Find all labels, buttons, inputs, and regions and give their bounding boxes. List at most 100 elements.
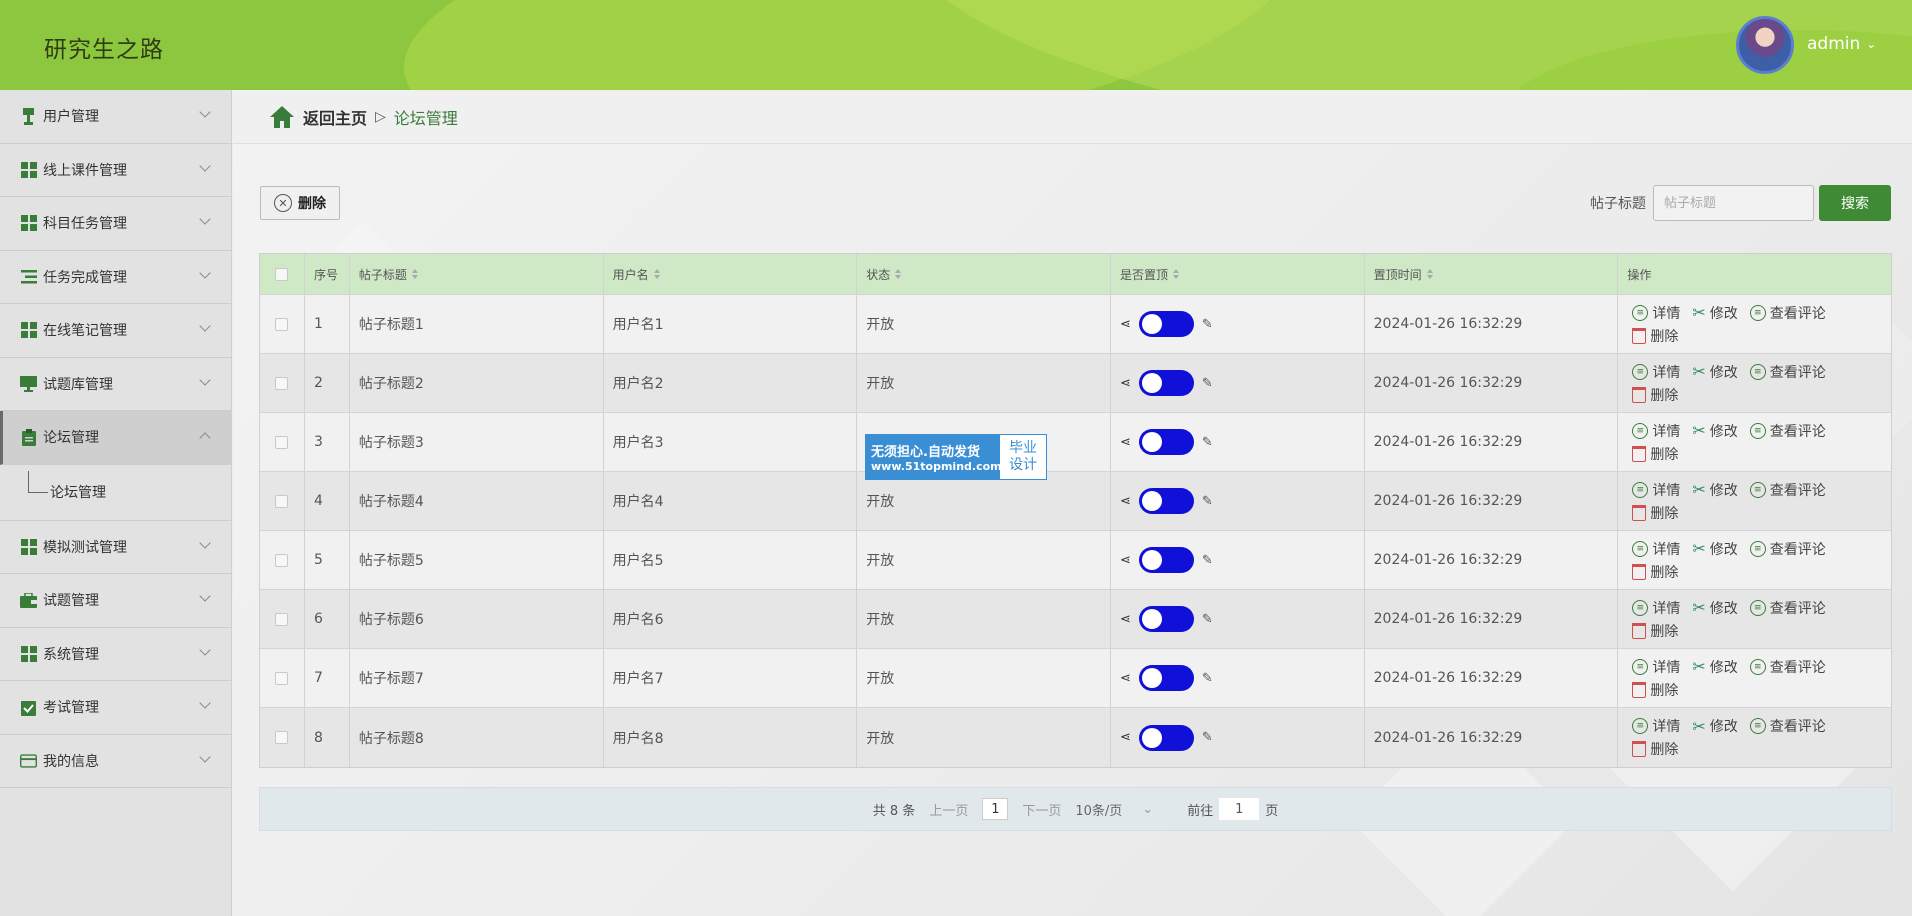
row-checkbox[interactable] xyxy=(275,612,289,626)
column-header[interactable]: 帖子标题 xyxy=(350,254,604,294)
view-comments-button[interactable]: ≡ 查看评论 xyxy=(1749,421,1826,441)
delete-button[interactable]: 删除 xyxy=(1632,385,1678,405)
share-icon[interactable]: ⋖ xyxy=(1120,612,1131,627)
sort-icon[interactable] xyxy=(653,269,660,279)
delete-button[interactable]: 删除 xyxy=(1632,621,1678,641)
column-header[interactable]: 状态 xyxy=(857,254,1111,294)
edit-button[interactable]: ✂ 修改 xyxy=(1692,657,1737,677)
edit-button[interactable]: ✂ 修改 xyxy=(1692,362,1737,382)
row-checkbox[interactable] xyxy=(275,435,289,449)
detail-button[interactable]: ≡ 详情 xyxy=(1632,539,1680,559)
view-comments-button[interactable]: ≡ 查看评论 xyxy=(1749,362,1826,382)
search-input[interactable] xyxy=(1653,185,1814,221)
avatar[interactable] xyxy=(1736,16,1794,74)
detail-button[interactable]: ≡ 详情 xyxy=(1632,421,1680,441)
delete-button[interactable]: 删除 xyxy=(1632,503,1678,523)
row-checkbox[interactable] xyxy=(275,317,289,331)
edit-button[interactable]: ✂ 修改 xyxy=(1692,539,1737,559)
detail-button[interactable]: ≡ 详情 xyxy=(1632,598,1680,618)
delete-button[interactable]: 删除 xyxy=(1632,680,1678,700)
edit-icon[interactable]: ✎ xyxy=(1202,730,1213,745)
edit-icon[interactable]: ✎ xyxy=(1202,317,1213,332)
detail-button[interactable]: ≡ 详情 xyxy=(1632,303,1680,323)
pin-toggle[interactable] xyxy=(1138,311,1194,337)
detail-button[interactable]: ≡ 详情 xyxy=(1632,480,1680,500)
batch-delete-button[interactable]: ✕ 删除 xyxy=(260,186,340,220)
edit-icon[interactable]: ✎ xyxy=(1202,671,1213,686)
sort-icon[interactable] xyxy=(895,269,902,279)
sidebar-item[interactable]: 任务完成管理 xyxy=(0,251,231,304)
detail-button[interactable]: ≡ 详情 xyxy=(1632,716,1680,736)
delete-button[interactable]: 删除 xyxy=(1632,444,1678,464)
pin-toggle[interactable] xyxy=(1138,370,1194,396)
sidebar-item[interactable]: 考试管理 xyxy=(0,681,231,735)
user-menu[interactable]: admin ⌄ xyxy=(1807,34,1876,54)
edit-icon[interactable]: ✎ xyxy=(1202,435,1213,450)
edit-button[interactable]: ✂ 修改 xyxy=(1692,598,1737,618)
edit-button[interactable]: ✂ 修改 xyxy=(1692,421,1737,441)
sidebar-item[interactable]: 试题库管理 xyxy=(0,358,231,411)
search-button[interactable]: 搜索 xyxy=(1819,185,1891,221)
sidebar-item[interactable]: 科目任务管理 xyxy=(0,197,231,251)
edit-icon[interactable]: ✎ xyxy=(1202,494,1213,509)
view-comments-button[interactable]: ≡ 查看评论 xyxy=(1749,539,1826,559)
edit-button[interactable]: ✂ 修改 xyxy=(1692,303,1737,323)
row-checkbox[interactable] xyxy=(275,376,289,390)
view-comments-button[interactable]: ≡ 查看评论 xyxy=(1749,480,1826,500)
pin-toggle[interactable] xyxy=(1138,488,1194,514)
share-icon[interactable]: ⋖ xyxy=(1120,376,1131,391)
pin-toggle[interactable] xyxy=(1138,665,1194,691)
next-page-button[interactable]: 下一页 xyxy=(1022,800,1061,819)
sort-icon[interactable] xyxy=(411,269,418,279)
view-comments-button[interactable]: ≡ 查看评论 xyxy=(1749,657,1826,677)
share-icon[interactable]: ⋖ xyxy=(1120,671,1131,686)
column-header[interactable]: 置顶时间 xyxy=(1365,254,1619,294)
view-comments-button[interactable]: ≡ 查看评论 xyxy=(1749,716,1826,736)
edit-button[interactable]: ✂ 修改 xyxy=(1692,480,1737,500)
delete-button[interactable]: 删除 xyxy=(1632,739,1678,759)
home-icon[interactable] xyxy=(269,105,295,129)
sort-icon[interactable] xyxy=(1172,269,1179,279)
row-checkbox[interactable] xyxy=(275,671,289,685)
share-icon[interactable]: ⋖ xyxy=(1120,494,1131,509)
select-all-checkbox[interactable] xyxy=(275,267,289,281)
column-header[interactable]: 用户名 xyxy=(604,254,858,294)
prev-page-button[interactable]: 上一页 xyxy=(929,800,968,819)
current-page-button[interactable]: 1 xyxy=(982,798,1009,820)
row-checkbox[interactable] xyxy=(275,553,289,567)
sidebar-item[interactable]: 论坛管理 xyxy=(0,411,231,465)
sort-icon[interactable] xyxy=(1426,269,1433,279)
edit-icon[interactable]: ✎ xyxy=(1202,376,1213,391)
share-icon[interactable]: ⋖ xyxy=(1120,435,1131,450)
sidebar-item[interactable]: 在线笔记管理 xyxy=(0,304,231,358)
detail-button[interactable]: ≡ 详情 xyxy=(1632,657,1680,677)
page-size-select[interactable]: 10条/页 ⌄ xyxy=(1075,800,1153,819)
edit-button[interactable]: ✂ 修改 xyxy=(1692,716,1737,736)
pin-toggle[interactable] xyxy=(1138,547,1194,573)
pin-toggle[interactable] xyxy=(1138,429,1194,455)
row-checkbox[interactable] xyxy=(275,731,289,744)
delete-button[interactable]: 删除 xyxy=(1632,326,1678,346)
pin-toggle[interactable] xyxy=(1138,724,1194,751)
row-checkbox[interactable] xyxy=(275,494,289,508)
breadcrumb-home-link[interactable]: 返回主页 xyxy=(303,105,367,129)
share-icon[interactable]: ⋖ xyxy=(1120,730,1131,745)
view-comments-button[interactable]: ≡ 查看评论 xyxy=(1749,303,1826,323)
sidebar-item[interactable]: 线上课件管理 xyxy=(0,144,231,197)
pin-toggle[interactable] xyxy=(1138,606,1194,632)
sidebar-item[interactable]: 模拟测试管理 xyxy=(0,521,231,574)
column-header[interactable]: 是否置顶 xyxy=(1111,254,1365,294)
sidebar-item[interactable]: 用户管理 xyxy=(0,90,231,144)
edit-icon[interactable]: ✎ xyxy=(1202,553,1213,568)
detail-button[interactable]: ≡ 详情 xyxy=(1632,362,1680,382)
sidebar-item[interactable]: 我的信息 xyxy=(0,735,231,788)
edit-icon[interactable]: ✎ xyxy=(1202,612,1213,627)
share-icon[interactable]: ⋖ xyxy=(1120,553,1131,568)
sidebar-subitem-forum[interactable]: 论坛管理 xyxy=(0,465,231,521)
sidebar-item[interactable]: 系统管理 xyxy=(0,628,231,681)
share-icon[interactable]: ⋖ xyxy=(1120,317,1131,332)
sidebar-item[interactable]: 试题管理 xyxy=(0,574,231,628)
goto-page-input[interactable]: 1 xyxy=(1219,798,1260,820)
view-comments-button[interactable]: ≡ 查看评论 xyxy=(1749,598,1826,618)
delete-button[interactable]: 删除 xyxy=(1632,562,1678,582)
